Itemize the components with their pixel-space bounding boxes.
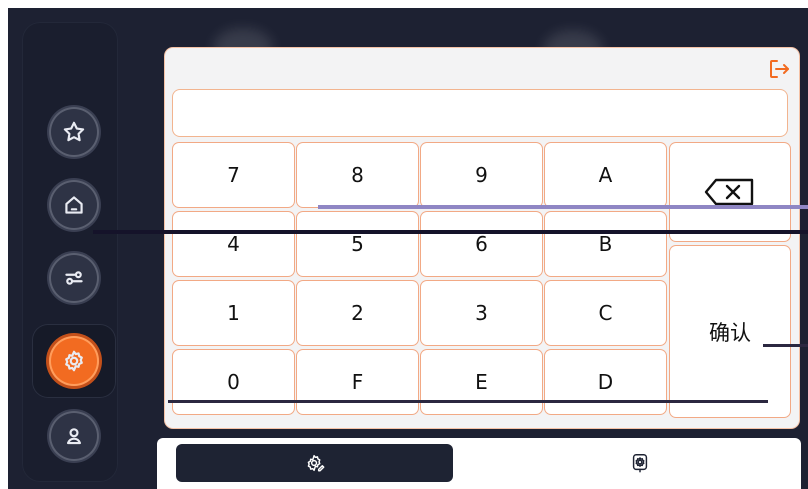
home-icon	[65, 196, 83, 214]
nav-ring	[49, 411, 99, 461]
key-3[interactable]: 3	[421, 281, 542, 345]
backspace-button[interactable]	[670, 143, 790, 241]
nav-controls-button[interactable]	[32, 241, 116, 315]
key-b[interactable]: B	[545, 212, 666, 276]
nav-ring	[49, 253, 99, 303]
glitch-streak	[168, 400, 768, 403]
settings-badge-icon	[632, 454, 648, 473]
app-screen: 7 8 9 A 4 5 6 B 1 2 3 C 0 F E D 确认	[8, 8, 808, 489]
exit-button[interactable]	[767, 58, 791, 80]
nav-settings-button[interactable]	[32, 324, 116, 398]
nav-favorites-button[interactable]	[32, 95, 116, 169]
keypad-panel: 7 8 9 A 4 5 6 B 1 2 3 C 0 F E D 确认	[165, 48, 799, 428]
tab-settings-device[interactable]	[545, 444, 735, 482]
key-4[interactable]: 4	[173, 212, 294, 276]
key-6[interactable]: 6	[421, 212, 542, 276]
glitch-streak	[763, 344, 808, 347]
bottom-tab-bar	[157, 438, 801, 489]
keypad-display-input[interactable]	[173, 90, 787, 136]
settings-pen-icon	[307, 454, 324, 472]
keypad-grid: 7 8 9 A 4 5 6 B 1 2 3 C 0 F E D	[173, 143, 667, 417]
user-icon	[66, 428, 82, 445]
nav-ring	[49, 180, 99, 230]
key-9[interactable]: 9	[421, 143, 542, 207]
key-d[interactable]: D	[545, 350, 666, 414]
key-2[interactable]: 2	[297, 281, 418, 345]
key-5[interactable]: 5	[297, 212, 418, 276]
key-c[interactable]: C	[545, 281, 666, 345]
exit-icon	[770, 60, 789, 78]
key-e[interactable]: E	[421, 350, 542, 414]
nav-user-button[interactable]	[32, 399, 116, 473]
glitch-streak	[93, 230, 808, 234]
key-a[interactable]: A	[545, 143, 666, 207]
tab-settings-edit[interactable]	[176, 444, 453, 482]
key-1[interactable]: 1	[173, 281, 294, 345]
star-icon	[63, 121, 85, 142]
key-0[interactable]: 0	[173, 350, 294, 414]
nav-ring	[49, 336, 99, 386]
gear-icon	[65, 350, 83, 372]
glitch-streak	[318, 205, 808, 209]
key-7[interactable]: 7	[173, 143, 294, 207]
confirm-button[interactable]: 确认	[670, 246, 790, 417]
sliders-icon	[65, 271, 83, 285]
key-8[interactable]: 8	[297, 143, 418, 207]
nav-ring	[49, 107, 99, 157]
key-f[interactable]: F	[297, 350, 418, 414]
